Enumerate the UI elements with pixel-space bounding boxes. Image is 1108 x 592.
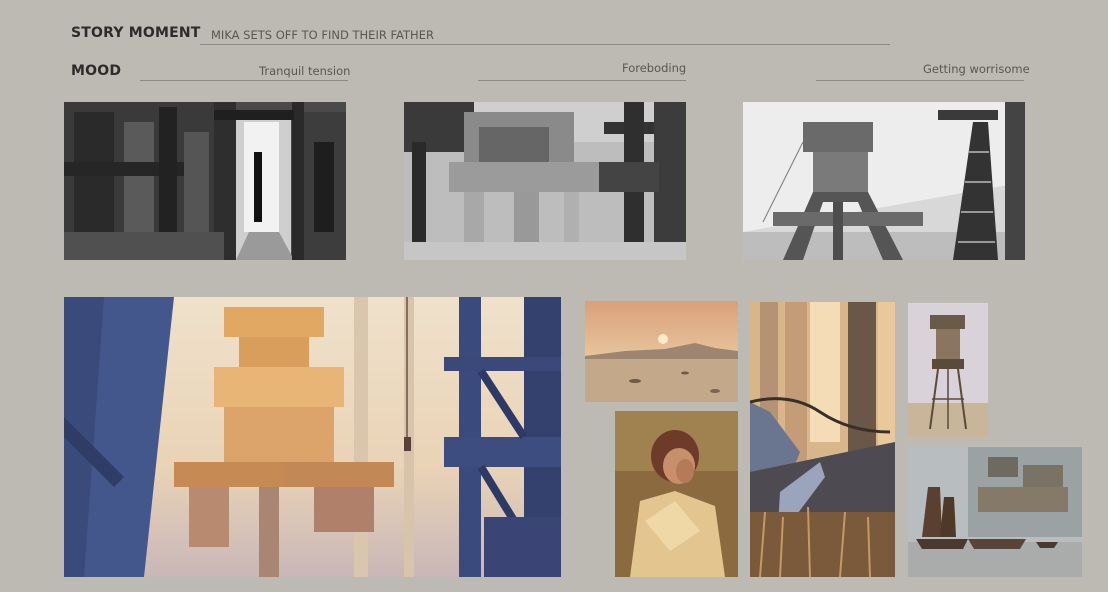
value-sketch-machinery [404, 102, 686, 260]
value-sketch-tower [743, 102, 1025, 260]
reference-forest-stream [750, 302, 895, 577]
story-moment-value: MIKA SETS OFF TO FIND THEIR FATHER [211, 28, 434, 42]
reference-harbor-junks [908, 447, 1082, 577]
mood-item-2: Foreboding [622, 61, 687, 75]
keyframe-crane-tower [64, 297, 561, 577]
reference-desert-sunset [585, 301, 738, 402]
reference-figure-portrait [615, 411, 738, 577]
value-sketch-doorway [64, 102, 346, 260]
mood-rule-3 [816, 80, 1024, 81]
mood-item-3: Getting worrisome [923, 62, 1030, 76]
mood-item-1: Tranquil tension [259, 64, 351, 78]
story-moment-rule [200, 44, 890, 45]
reference-stilt-tower [908, 303, 988, 437]
story-moment-label: STORY MOMENT [71, 25, 201, 41]
mood-rule-1 [140, 80, 348, 81]
mood-rule-2 [478, 80, 686, 81]
mood-label: MOOD [71, 63, 122, 79]
